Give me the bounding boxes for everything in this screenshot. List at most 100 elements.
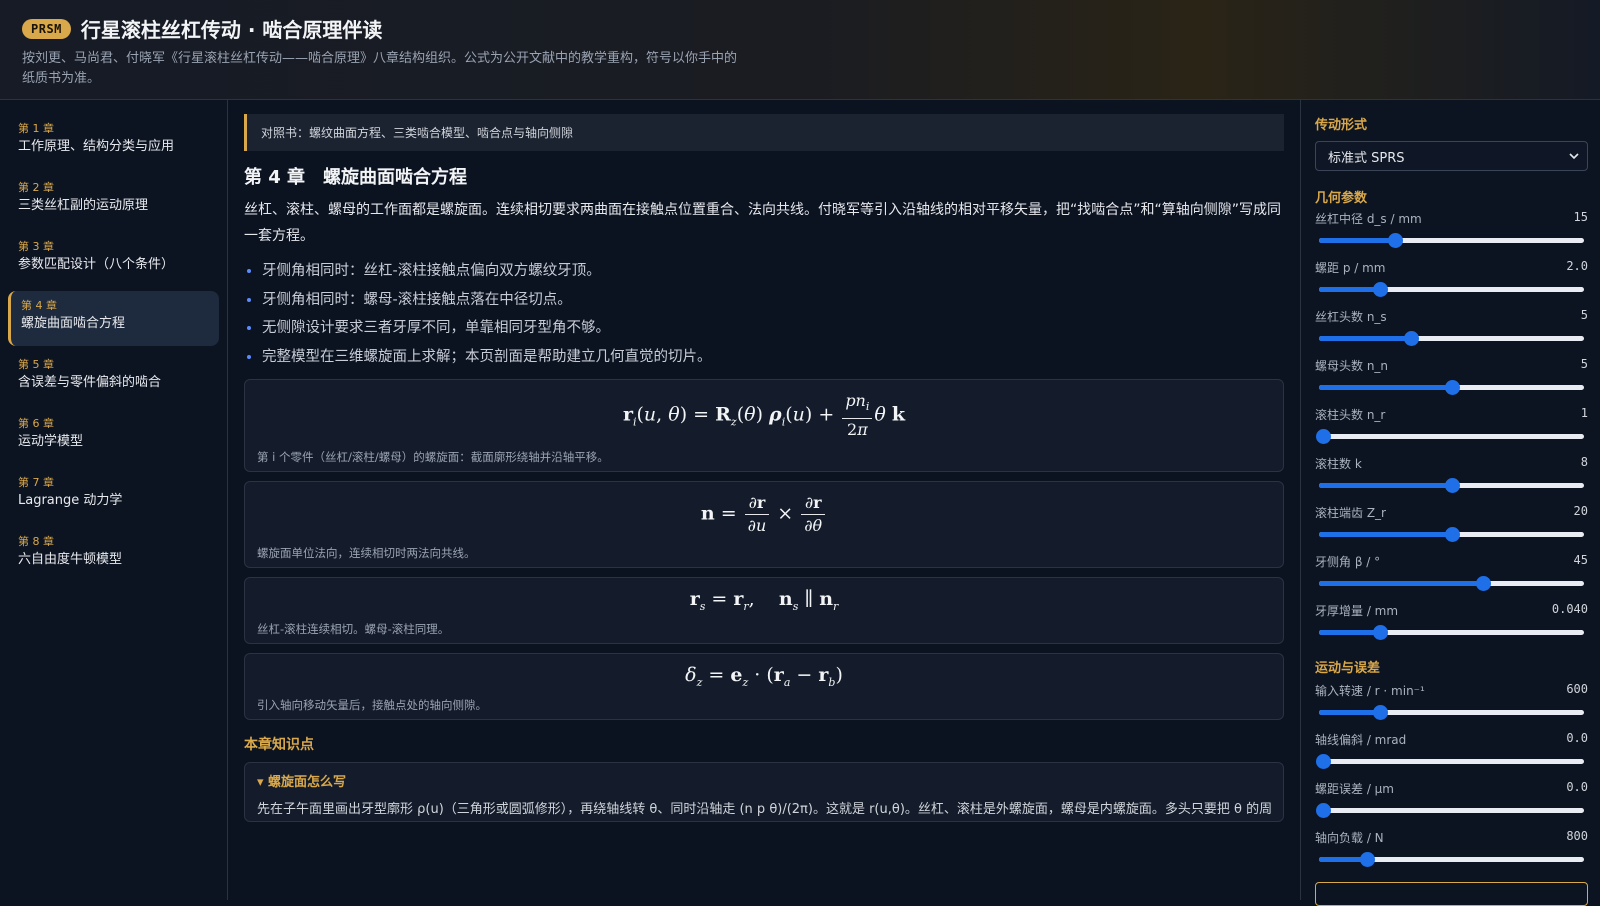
slider-thumb[interactable] [1372, 625, 1388, 640]
sidebar-item-chapter-8[interactable]: 第 8 章 六自由度牛顿模型 [8, 527, 219, 582]
param-row: 螺距 p / mm 2.0 [1315, 259, 1588, 308]
param-slider[interactable] [1315, 797, 1588, 823]
slider-thumb[interactable] [1403, 331, 1419, 346]
knowledge-details[interactable]: ▾ 螺旋面怎么写 先在子午面里画出牙型廓形 ρ(u)（三角形或圆弧修形），再绕轴… [244, 761, 1284, 822]
param-slider[interactable] [1315, 276, 1588, 302]
sidebar-item-chapter-6[interactable]: 第 6 章 运动学模型 [8, 409, 219, 464]
formula-card-helicoid: ri(u, θ) = Rz(θ) ρi(u) + pni 2π θ k 第 i 个零… [244, 379, 1284, 473]
param-label: 轴向负载 / N [1315, 831, 1384, 845]
slider-thumb[interactable] [1445, 380, 1460, 395]
slider-track [1319, 759, 1584, 764]
param-value: 15 [1573, 210, 1588, 224]
slider-fill [1319, 385, 1452, 390]
formula-card-normal: n = ∂r ∂u × ∂r ∂θ 螺旋面单位法向，连续相切时两法向共线。 [244, 481, 1284, 569]
slider-fill [1319, 710, 1380, 715]
chapter-number: 第 7 章 [18, 476, 54, 489]
list-item: 无侧隙设计要求三者牙厚不同，单靠相同牙型角不够。 [262, 314, 1284, 343]
param-value: 800 [1566, 829, 1588, 843]
param-slider[interactable] [1315, 374, 1588, 400]
param-row: 输入转速 / r · min⁻¹ 600 [1315, 682, 1588, 731]
sidebar-item-chapter-7[interactable]: 第 7 章 Lagrange 动力学 [8, 468, 219, 523]
param-header: 滚柱端齿 Z_r 20 [1315, 504, 1588, 521]
chapter-number: 第 6 章 [18, 417, 54, 430]
slider-thumb[interactable] [1445, 478, 1460, 493]
slider-fill [1319, 287, 1380, 292]
param-header: 牙厚增量 / mm 0.040 [1315, 602, 1588, 619]
slider-fill [1319, 483, 1452, 488]
param-value: 0.0 [1566, 731, 1588, 745]
drive-type-select[interactable]: 标准式 SPRS [1315, 141, 1588, 171]
action-button[interactable] [1315, 882, 1588, 906]
chapter-number: 第 4 章 [21, 299, 57, 312]
slider-thumb[interactable] [1316, 429, 1331, 444]
chapter-name: 参数匹配设计（八个条件） [18, 257, 175, 272]
slider-thumb[interactable] [1388, 233, 1404, 248]
list-item: 牙侧角相同时：丝杠-滚柱接触点偏向双方螺纹牙顶。 [262, 257, 1284, 286]
param-header: 螺距误差 / μm 0.0 [1315, 780, 1588, 797]
param-row: 滚柱头数 n_r 1 [1315, 406, 1588, 455]
param-header: 丝杠中径 d_s / mm 15 [1315, 210, 1588, 227]
list-item: 牙侧角相同时：螺母-滚柱接触点落在中径切点。 [262, 286, 1284, 315]
drive-type-value: 标准式 SPRS [1328, 150, 1405, 166]
sidebar-item-chapter-5[interactable]: 第 5 章 含误差与零件偏斜的啮合 [8, 350, 219, 405]
param-row: 牙侧角 β / ° 45 [1315, 553, 1588, 602]
key-points-list: 牙侧角相同时：丝杠-滚柱接触点偏向双方螺纹牙顶。 牙侧角相同时：螺母-滚柱接触点… [244, 257, 1284, 371]
sidebar-item-chapter-3[interactable]: 第 3 章 参数匹配设计（八个条件） [8, 232, 219, 287]
param-slider[interactable] [1315, 227, 1588, 253]
param-header: 输入转速 / r · min⁻¹ 600 [1315, 682, 1588, 699]
slider-thumb[interactable] [1372, 705, 1388, 720]
knowledge-section-title: 本章知识点 [244, 736, 314, 753]
param-label: 螺母头数 n_n [1315, 359, 1389, 373]
param-row: 丝杠头数 n_s 5 [1315, 308, 1588, 357]
chapter-name: 螺旋曲面啮合方程 [21, 316, 126, 331]
motion-group-title: 运动与误差 [1315, 661, 1381, 676]
param-header: 螺距 p / mm 2.0 [1315, 259, 1588, 276]
param-slider[interactable] [1315, 423, 1588, 449]
param-slider[interactable] [1315, 472, 1588, 498]
param-row: 轴向负载 / N 800 [1315, 829, 1588, 878]
param-slider[interactable] [1315, 699, 1588, 725]
param-label: 牙厚增量 / mm [1315, 604, 1399, 618]
slider-thumb[interactable] [1372, 282, 1388, 297]
slider-track [1319, 434, 1584, 439]
slider-fill [1319, 532, 1452, 537]
geometry-group-title: 几何参数 [1315, 191, 1368, 206]
param-value: 5 [1580, 357, 1588, 371]
formula-caption: 丝杠-滚柱连续相切。螺母-滚柱同理。 [257, 621, 450, 636]
param-header: 滚柱头数 n_r 1 [1315, 406, 1588, 423]
param-header: 丝杠头数 n_s 5 [1315, 308, 1588, 325]
slider-thumb[interactable] [1316, 754, 1331, 769]
param-label: 螺距误差 / μm [1315, 782, 1394, 796]
slider-fill [1319, 581, 1483, 586]
app-title: 行星滚柱丝杠传动 · 啮合原理伴读 [80, 18, 383, 42]
param-header: 螺母头数 n_n 5 [1315, 357, 1588, 374]
param-header: 滚柱数 k 8 [1315, 455, 1588, 472]
slider-thumb[interactable] [1445, 527, 1460, 542]
motion-params: 输入转速 / r · min⁻¹ 600 轴线偏斜 / mrad 0.0 螺距误差 / … [1315, 682, 1588, 878]
sidebar-item-chapter-2[interactable]: 第 2 章 三类丝杠副的运动原理 [8, 173, 219, 228]
param-slider[interactable] [1315, 521, 1588, 547]
param-label: 输入转速 / r · min⁻¹ [1315, 684, 1425, 698]
param-label: 丝杠中径 d_s / mm [1315, 212, 1422, 226]
param-slider[interactable] [1315, 846, 1588, 872]
chapter-name: 含误差与零件偏斜的啮合 [18, 375, 162, 390]
slider-thumb[interactable] [1359, 852, 1375, 867]
formula-caption: 螺旋面单位法向，连续相切时两法向共线。 [257, 546, 476, 561]
param-slider[interactable] [1315, 748, 1588, 774]
sidebar-item-chapter-4[interactable]: 第 4 章 螺旋曲面啮合方程 [8, 291, 219, 346]
details-summary[interactable]: ▾ 螺旋面怎么写 [257, 771, 1271, 790]
param-label: 丝杠头数 n_s [1315, 310, 1387, 324]
param-slider[interactable] [1315, 570, 1588, 596]
slider-thumb[interactable] [1475, 576, 1491, 591]
slider-thumb[interactable] [1316, 803, 1331, 818]
param-label: 滚柱数 k [1315, 457, 1362, 471]
drive-type-title: 传动形式 [1315, 118, 1368, 133]
formula-caption: 引入轴向移动矢量后，接触点处的轴向侧隙。 [257, 697, 487, 712]
param-slider[interactable] [1315, 619, 1588, 645]
sidebar-item-chapter-1[interactable]: 第 1 章 工作原理、结构分类与应用 [8, 114, 219, 169]
chapter-title: 第 4 章 螺旋曲面啮合方程 [244, 167, 468, 188]
param-label: 轴线偏斜 / mrad [1315, 733, 1407, 747]
chapter-sidebar: 第 1 章 工作原理、结构分类与应用 第 2 章 三类丝杠副的运动原理 第 3 … [0, 100, 228, 900]
slider-fill [1319, 630, 1380, 635]
param-slider[interactable] [1315, 325, 1588, 351]
